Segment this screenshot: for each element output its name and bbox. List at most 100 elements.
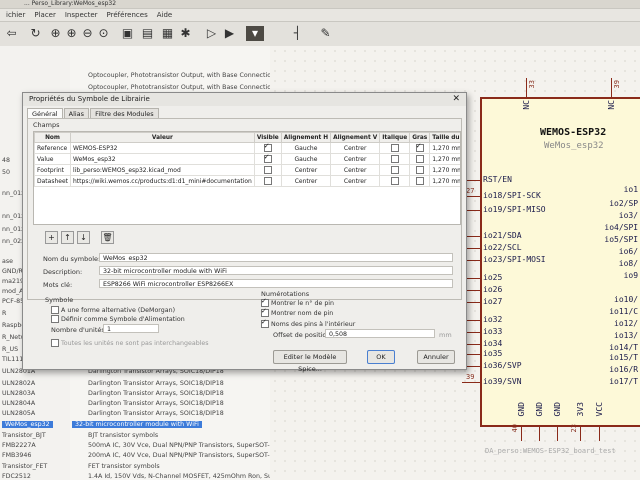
keywords-input[interactable]: ESP8266 WiFi microcontroller ESP8266EX <box>99 279 453 288</box>
visible-checkbox[interactable] <box>263 166 272 174</box>
field-italic-cell[interactable] <box>379 142 411 154</box>
power-checkbox[interactable] <box>51 315 59 323</box>
field-value-cell[interactable]: lib_perso:WEMOS_esp32.kicad_mod <box>70 164 255 176</box>
field-italic-cell[interactable] <box>379 175 411 187</box>
show-pin-number-row[interactable]: Montrer le n° de pin <box>261 297 334 307</box>
table-row[interactable]: Datasheet https://wiki.wemos.cc/products:… <box>34 175 460 187</box>
col-align-v[interactable]: Alignement V <box>330 132 381 143</box>
arrow-left-icon[interactable]: ⇦ <box>4 26 19 41</box>
demorgan-alt-icon[interactable]: ▶ <box>222 26 237 41</box>
library-tree-item[interactable]: Transistor_BJT <box>2 432 46 439</box>
col-name[interactable]: Nom <box>34 132 71 143</box>
field-visible-cell[interactable] <box>253 153 282 165</box>
field-italic-cell[interactable] <box>379 164 411 176</box>
field-align-v-cell[interactable]: Centrer <box>330 164 381 176</box>
tab-general[interactable]: Général <box>27 108 63 118</box>
col-italic[interactable]: Italique <box>379 132 411 143</box>
zoom-out-icon[interactable]: ⊖ <box>80 26 95 41</box>
italic-checkbox[interactable] <box>390 144 399 152</box>
field-value-cell[interactable]: WeMos_esp32 <box>70 153 255 165</box>
library-tree-item[interactable]: TIL111 <box>2 356 23 363</box>
add-field-button[interactable]: + <box>45 231 58 244</box>
ok-button[interactable]: OK <box>367 350 395 364</box>
properties-icon[interactable]: ▤ <box>140 26 155 41</box>
tab-module-filter[interactable]: Filtre des Modules <box>90 108 159 118</box>
pin-line[interactable] <box>611 78 612 97</box>
demorgan-row[interactable]: A une forme alternative (DeMorgan) <box>51 306 175 314</box>
italic-checkbox[interactable] <box>390 155 399 163</box>
visible-checkbox[interactable] <box>263 144 272 152</box>
pin-line[interactable] <box>557 427 558 441</box>
unit-select[interactable]: ▾ <box>246 26 264 41</box>
library-tree-item[interactable]: 48 <box>2 157 10 164</box>
field-size-cell[interactable]: 1,270 mm <box>429 142 460 154</box>
italic-checkbox[interactable] <box>390 177 399 185</box>
zoom-fit-icon[interactable]: ⊕ <box>48 26 63 41</box>
field-italic-cell[interactable] <box>379 153 411 165</box>
pin-line[interactable] <box>580 427 581 441</box>
datasheet-icon[interactable]: ✎ <box>318 26 333 41</box>
field-bold-cell[interactable] <box>409 175 431 187</box>
field-align-v-cell[interactable]: Centrer <box>330 153 381 165</box>
library-tree-item[interactable]: ma219 <box>2 278 24 285</box>
interchange-checkbox[interactable] <box>51 339 59 347</box>
bold-checkbox[interactable] <box>415 177 424 185</box>
field-align-h-cell[interactable]: Gauche <box>280 153 332 165</box>
pin-icon[interactable]: ┤ <box>290 26 305 41</box>
pin-line[interactable] <box>539 427 540 441</box>
table-row[interactable]: Footprint lib_perso:WEMOS_esp32.kicad_mod… <box>34 164 460 176</box>
close-icon[interactable]: ✕ <box>452 93 460 106</box>
field-align-v-cell[interactable]: Centrer <box>330 142 381 154</box>
library-tree-item[interactable]: R_US <box>2 346 18 353</box>
delete-field-button[interactable]: 🗑 <box>101 231 114 244</box>
col-text-size[interactable]: Taille du Texte <box>429 132 460 143</box>
edit-spice-button[interactable]: Editer le Modèle Spice... <box>273 350 347 373</box>
show-pin-number-checkbox[interactable] <box>261 297 269 307</box>
pin-name-inside-checkbox[interactable] <box>261 318 269 328</box>
pin-line[interactable] <box>526 78 527 97</box>
table-row[interactable]: ReferenceWEMOS-ESP32 GaucheCentrer 1,270 m… <box>34 142 460 154</box>
pin-line[interactable] <box>462 382 480 383</box>
move-up-button[interactable]: ↑ <box>61 231 74 244</box>
offset-input[interactable]: 0,508 <box>325 329 435 338</box>
library-tree-item[interactable]: ULN2805A <box>2 410 35 417</box>
library-tree-item[interactable]: R <box>2 310 6 317</box>
redo-icon[interactable]: ↻ <box>28 26 43 41</box>
power-row[interactable]: Définir comme Symbole d'Alimentation <box>51 315 185 323</box>
field-size-cell[interactable]: 1,270 mm <box>429 175 460 187</box>
field-bold-cell[interactable] <box>409 142 431 154</box>
description-input[interactable]: 32-bit microcontroller module with WiFi <box>99 266 453 275</box>
library-tree-item[interactable]: 50 <box>2 169 10 176</box>
pin-table-icon[interactable]: ▦ <box>160 26 175 41</box>
pin-line[interactable] <box>599 427 600 441</box>
library-tree-item[interactable]: ULN2804A <box>2 400 35 407</box>
show-pin-name-checkbox[interactable] <box>261 307 269 317</box>
col-align-h[interactable]: Alignement H <box>280 132 332 143</box>
field-align-h-cell[interactable]: Gauche <box>280 142 332 154</box>
menu-item[interactable]: Préférences <box>107 11 148 19</box>
visible-checkbox[interactable] <box>263 155 272 163</box>
pin-name-inside-row[interactable]: Noms des pins à l'intérieur <box>261 318 355 328</box>
library-tree-item[interactable]: FDC2512 <box>2 473 31 480</box>
library-tree-item[interactable]: FMB3946 <box>2 452 31 459</box>
italic-checkbox[interactable] <box>390 166 399 174</box>
col-visible[interactable]: Visible <box>253 132 282 143</box>
move-down-button[interactable]: ↓ <box>77 231 90 244</box>
fields-table[interactable]: Nom Valeur Visible Alignement H Aligneme… <box>33 131 461 225</box>
show-pin-name-row[interactable]: Montrer nom de pin <box>261 307 333 317</box>
demorgan-normal-icon[interactable]: ▷ <box>204 26 219 41</box>
menu-item[interactable]: ichier <box>6 11 25 19</box>
bold-checkbox[interactable] <box>415 155 424 163</box>
bug-icon[interactable]: ✱ <box>178 26 193 41</box>
interchange-row[interactable]: Toutes les unités ne sont pas interchang… <box>51 339 209 347</box>
field-align-h-cell[interactable]: Centrer <box>280 175 332 187</box>
menu-item[interactable]: Aide <box>157 11 172 19</box>
field-bold-cell[interactable] <box>409 153 431 165</box>
field-visible-cell[interactable] <box>253 175 282 187</box>
pin-line[interactable] <box>521 427 522 441</box>
table-row[interactable]: ValueWeMos_esp32 GaucheCentrer 1,270 mm <box>34 153 460 165</box>
menu-item[interactable]: Inspecter <box>65 11 98 19</box>
field-align-h-cell[interactable]: Centrer <box>280 164 332 176</box>
library-tree-item[interactable]: ase <box>2 258 13 265</box>
field-value-cell[interactable]: https://wiki.wemos.cc/products:d1:d1_min… <box>70 175 255 187</box>
